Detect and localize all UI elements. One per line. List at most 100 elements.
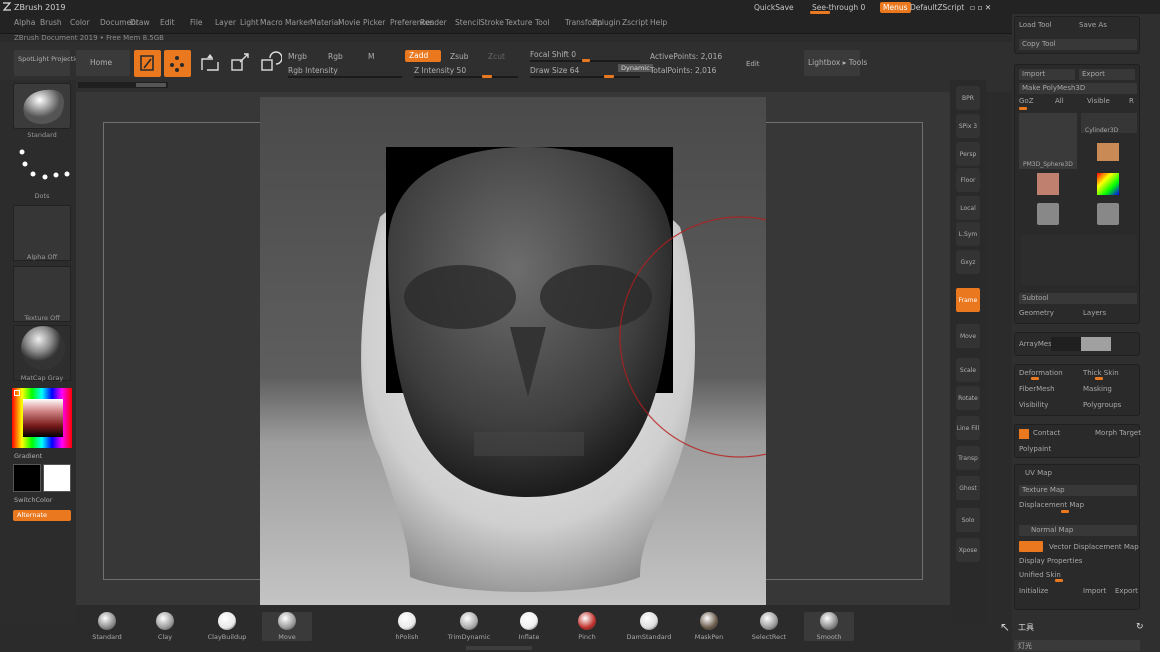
morph-target-button[interactable]: Morph Target [1095,429,1141,437]
scale-button[interactable] [228,50,252,77]
home-page-button[interactable]: Home [76,50,130,76]
brush-selectrect[interactable]: SelectRect [744,612,794,641]
menu-item-draw[interactable]: Draw [130,18,150,27]
edit-button[interactable] [134,50,161,77]
draw-button[interactable] [164,50,191,77]
shelf-gxyz[interactable]: Gxyz [956,250,980,274]
menu-item-material[interactable]: Material [310,18,340,27]
toolbar-scroll[interactable] [78,82,168,88]
bottom-scroll[interactable] [466,646,532,650]
draw-size-slider[interactable]: Draw Size 64 [530,66,579,75]
brush-claybuildup[interactable]: ClayBuildup [202,612,252,641]
shelf-ghost[interactable]: Ghost [956,476,980,500]
menu-item-stencil[interactable]: Stencil [455,18,480,27]
texture-map-field[interactable]: Texture Map [1019,485,1137,496]
brush-damstandard[interactable]: DamStandard [624,612,674,641]
color-picker-square[interactable] [23,399,63,437]
shelf-scale[interactable]: Scale [956,358,980,382]
import-button[interactable]: Import [1019,69,1075,80]
brush-maskpen[interactable]: MaskPen [684,612,734,641]
brush-pinch[interactable]: Pinch [562,612,612,641]
layers-button[interactable]: Layers [1083,309,1106,317]
rgb-intensity-slider[interactable]: Rgb Intensity [288,66,338,75]
view-toggle-dark[interactable] [1051,337,1081,351]
visible-button[interactable]: Visible [1087,97,1110,105]
light-menu-field[interactable]: 灯光 [1014,640,1140,651]
menu-item-render[interactable]: Render [420,18,447,27]
shelf-persp[interactable]: Persp [956,142,980,166]
tool-slot-sphere[interactable] [1037,173,1059,195]
vector-disp-label[interactable]: Vector Displacement Map [1049,543,1139,551]
shelf-bpr[interactable]: BPR [956,86,980,110]
brush-clay[interactable]: Clay [140,612,190,641]
switch-color-button[interactable]: SwitchColor [14,496,52,504]
polygroups-button[interactable]: Polygroups [1083,401,1121,409]
shelf-local[interactable]: Local [956,196,980,220]
rgb-button[interactable]: Rgb [328,52,343,61]
normal-map-field[interactable]: Normal Map [1019,525,1137,536]
brush-standard[interactable]: Standard [82,612,132,641]
copy-paste-field[interactable]: Copy Tool [1019,39,1137,50]
view-toggle-light[interactable] [1081,337,1111,351]
menu-item-zplugin[interactable]: Zplugin [592,18,620,27]
menu-item-layer[interactable]: Layer [215,18,236,27]
zcut-button[interactable]: Zcut [488,52,505,61]
shelf-solo[interactable]: Solo [956,508,980,532]
menu-item-macro[interactable]: Macro [260,18,283,27]
menu-item-picker[interactable]: Picker [363,18,385,27]
shelf-spix-3[interactable]: SPix 3 [956,114,980,138]
shelf-l-sym[interactable]: L.Sym [956,222,980,246]
all-button[interactable]: All [1055,97,1064,105]
geometry-button[interactable]: Geometry [1019,309,1054,317]
tool-slot-simplebrush[interactable] [1097,143,1119,161]
shelf-move[interactable]: Move [956,324,980,348]
shelf-xpose[interactable]: Xpose [956,538,980,562]
tool-slot-cylinder[interactable]: Cylinder3D [1081,113,1137,134]
brush-smooth[interactable]: Smooth [804,612,854,641]
projection-master-button[interactable]: SpotLight Projection [14,50,83,76]
window-controls-icon[interactable]: ▫ ▫ ✕ [970,3,991,12]
m-button[interactable]: M [368,52,374,61]
shelf-floor[interactable]: Floor [956,168,980,192]
brush-thumbnail[interactable] [13,83,71,129]
contact-button[interactable]: Contact [1033,429,1060,437]
mrgb-button[interactable]: Mrgb [288,52,307,61]
refresh-icon[interactable]: ↻ [1136,622,1144,632]
rotate-button[interactable] [258,50,283,77]
brush-hpolish[interactable]: hPolish [382,612,432,641]
menu-item-help[interactable]: Help [650,18,667,27]
load-tool-button[interactable]: Load Tool [1019,21,1052,29]
tool-slot-colorful[interactable] [1097,173,1119,195]
initialize-button[interactable]: Initialize [1019,587,1048,595]
r-button[interactable]: R [1129,97,1134,105]
canvas-viewport[interactable] [76,92,952,605]
zadd-button[interactable]: Zadd [405,50,441,62]
menus-toggle[interactable]: Menus [880,2,911,13]
import2-button[interactable]: Import [1083,587,1106,595]
subtool-field[interactable]: Subtool [1019,293,1137,304]
menu-item-edit[interactable]: Edit [160,18,175,27]
z-intensity-slider[interactable]: Z Intensity 50 [414,66,466,75]
deformation-button[interactable]: Deformation [1019,369,1063,377]
menu-item-movie[interactable]: Movie [338,18,360,27]
menu-item-color[interactable]: Color [70,18,90,27]
polypaint-button[interactable]: Polypaint [1019,445,1051,453]
menu-item-file[interactable]: File [190,18,203,27]
goz-button[interactable]: GoZ [1019,97,1034,105]
shelf-transp[interactable]: Transp [956,446,980,470]
shelf-frame[interactable]: Frame [956,288,980,312]
save-as-button[interactable]: Save As [1079,21,1107,29]
menu-item-stroke[interactable]: Stroke [480,18,504,27]
menu-item-zscript[interactable]: Zscript [622,18,648,27]
tool-slots-grid[interactable] [1021,235,1137,285]
masking-button[interactable]: Masking [1083,385,1112,393]
default-zscript-button[interactable]: DefaultZScript [910,3,964,12]
clone-polymesh-button[interactable]: Make PolyMesh3D [1019,83,1137,94]
display-properties-button[interactable]: Display Properties [1019,557,1082,565]
gradient-toggle[interactable]: Gradient [14,452,42,460]
zsub-button[interactable]: Zsub [450,52,469,61]
shelf-rotate[interactable]: Rotate [956,386,980,410]
menu-item-alpha[interactable]: Alpha [14,18,35,27]
export2-button[interactable]: Export [1115,587,1138,595]
menu-item-marker[interactable]: Marker [285,18,311,27]
